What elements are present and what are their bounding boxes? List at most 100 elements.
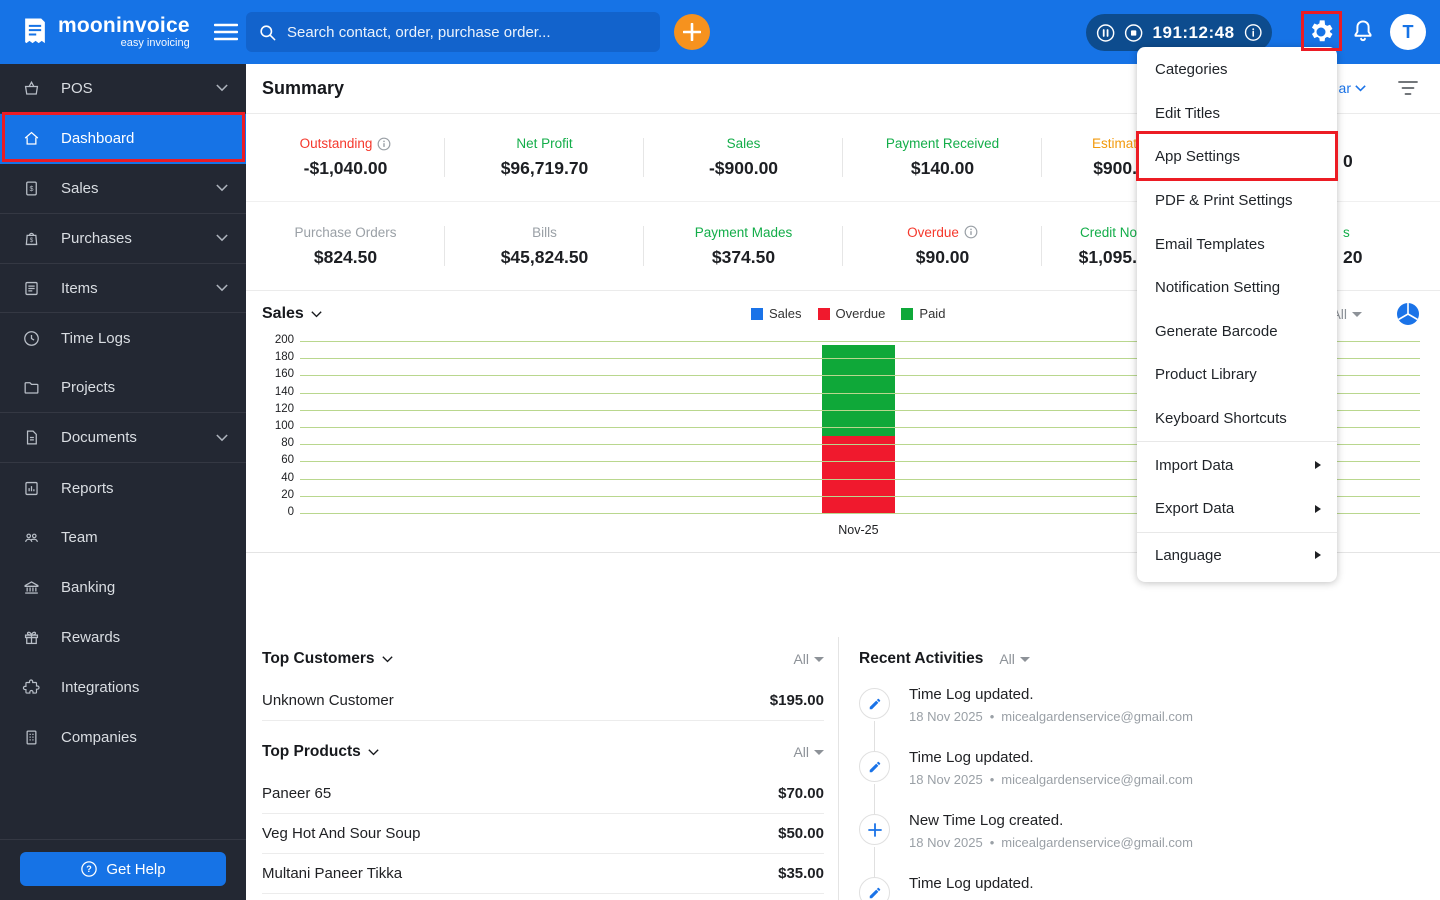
top-products-filter-dropdown[interactable]: All — [793, 744, 824, 760]
activity-title: New Time Log created. — [909, 812, 1064, 829]
card-value: $90.00 — [915, 246, 970, 267]
period-label-fragment: ar — [1338, 80, 1351, 96]
sidebar-item-projects[interactable]: Projects — [0, 363, 246, 414]
summary-card-payment-received: Payment Received $140.00 — [843, 114, 1042, 201]
filter-icon[interactable] — [1398, 80, 1418, 96]
sidebar-item-rewards[interactable]: Rewards — [0, 613, 246, 663]
pie-chart-toggle-icon[interactable] — [1396, 302, 1420, 326]
legend-item-overdue: Overdue — [817, 306, 885, 321]
settings-gear-icon[interactable] — [1306, 17, 1336, 47]
sidebar-item-purchases[interactable]: $ Purchases — [0, 214, 246, 264]
summary-card-payment-mades: Payment Mades $374.50 — [644, 202, 843, 290]
menu-item-keyboard-shortcuts[interactable]: Keyboard Shortcuts — [1137, 397, 1337, 441]
menu-item-email-templates[interactable]: Email Templates — [1137, 222, 1337, 266]
menu-item-generate-barcode[interactable]: Generate Barcode — [1137, 310, 1337, 354]
sidebar-item-dashboard[interactable]: Dashboard — [0, 113, 246, 164]
bar-chart-icon — [25, 481, 38, 495]
legend-item-sales: Sales — [751, 306, 802, 321]
sidebar-item-time-logs[interactable]: Time Logs — [0, 313, 246, 363]
product-row[interactable]: Multani Paneer Tikka $35.00 — [262, 854, 824, 894]
sidebar-item-reports[interactable]: Reports — [0, 463, 246, 513]
user-avatar[interactable]: T — [1390, 14, 1426, 50]
top-customers-title-dropdown[interactable]: Top Customers — [262, 650, 393, 668]
menu-item-app-settings[interactable]: App Settings — [1137, 135, 1337, 179]
sidebar-item-label: Purchases — [61, 229, 132, 247]
brand-logo[interactable]: mooninvoice easy invoicing — [20, 15, 190, 49]
summary-card-net-profit: Net Profit $96,719.70 — [445, 114, 644, 201]
card-value: $1,095. — [1078, 246, 1137, 267]
global-search[interactable] — [246, 12, 660, 52]
search-icon — [260, 24, 276, 40]
activity-meta: 18 Nov 2025•micealgardenservice@gmail.co… — [909, 772, 1193, 787]
top-customers-filter-dropdown[interactable]: All — [793, 651, 824, 667]
sidebar-item-banking[interactable]: Banking — [0, 563, 246, 613]
menu-item-notification-setting[interactable]: Notification Setting — [1137, 266, 1337, 310]
timer-info-icon[interactable] — [1244, 21, 1262, 44]
menu-item-import-data[interactable]: Import Data — [1137, 443, 1337, 487]
submenu-arrow-icon — [1315, 504, 1321, 513]
get-help-button[interactable]: ? Get Help — [20, 852, 226, 886]
sidebar-item-items[interactable]: Items — [0, 264, 246, 314]
activity-item: Time Log updated. 18 Nov 2025•micealgard… — [859, 748, 1430, 815]
info-icon[interactable] — [377, 137, 391, 151]
activity-meta: 18 Nov 2025•micealgardenservice@gmail.co… — [909, 709, 1193, 724]
sidebar-footer: ? Get Help — [0, 839, 246, 900]
menu-item-categories[interactable]: Categories — [1137, 48, 1337, 92]
hamburger-menu-icon[interactable] — [213, 23, 238, 41]
add-new-button[interactable] — [674, 14, 710, 50]
chart-title-dropdown[interactable]: Sales — [262, 305, 322, 323]
y-tick-label: 60 — [258, 454, 294, 467]
sidebar-item-companies[interactable]: Companies — [0, 713, 246, 763]
chevron-down-icon — [216, 284, 228, 292]
info-icon[interactable] — [964, 225, 978, 239]
menu-item-export-data[interactable]: Export Data — [1137, 487, 1337, 531]
card-label: s — [1343, 224, 1350, 240]
search-input[interactable] — [287, 23, 648, 41]
chevron-down-icon — [216, 84, 228, 92]
product-row[interactable]: Paneer 65 $70.00 — [262, 774, 824, 814]
card-label: Overdue — [907, 225, 978, 240]
pause-timer-icon[interactable] — [1096, 21, 1115, 45]
stop-timer-icon[interactable] — [1124, 21, 1143, 45]
card-label: Sales — [726, 136, 761, 151]
activity-title: Time Log updated. — [909, 875, 1034, 892]
bar-overdue — [821, 435, 895, 513]
card-value: $96,719.70 — [500, 158, 589, 178]
sidebar-item-label: Banking — [61, 579, 116, 597]
sidebar-item-sales[interactable]: $ Sales — [0, 164, 246, 214]
notifications-bell-icon[interactable] — [1350, 18, 1376, 46]
legend-swatch — [817, 307, 830, 320]
sidebar-item-integrations[interactable]: Integrations — [0, 663, 246, 713]
product-row[interactable]: Green Garden Salad$20.00 — [262, 894, 824, 900]
menu-item-language[interactable]: Language — [1137, 534, 1337, 578]
top-products-header: Top Products All — [262, 730, 824, 774]
card-value: $824.50 — [313, 246, 378, 267]
meta-separator: • — [989, 772, 995, 787]
puzzle-icon — [22, 679, 40, 694]
get-help-label: Get Help — [106, 860, 166, 878]
legend-swatch — [751, 307, 763, 320]
sidebar-item-pos[interactable]: POS — [0, 64, 246, 114]
sidebar-item-documents[interactable]: Documents — [0, 413, 246, 464]
y-tick-label: 160 — [258, 368, 294, 381]
sidebar-item-team[interactable]: Team — [0, 513, 246, 563]
stacked-bar-nov-25[interactable] — [821, 345, 895, 513]
timer-widget: 191:12:48 — [1086, 14, 1272, 51]
menu-item-product-library[interactable]: Product Library — [1137, 353, 1337, 397]
items-list-icon — [25, 281, 38, 295]
menu-item-edit-titles[interactable]: Edit Titles — [1137, 92, 1337, 136]
legend-item-paid: Paid — [901, 306, 945, 321]
y-tick-label: 20 — [258, 488, 294, 501]
sales-invoice-icon: $ — [26, 181, 37, 196]
menu-item-pdf-print-settings[interactable]: PDF & Print Settings — [1137, 179, 1337, 223]
clock-icon — [24, 331, 39, 346]
activities-filter-dropdown[interactable]: All — [999, 651, 1030, 667]
card-value: -$900.00 — [708, 158, 779, 178]
customer-row[interactable]: Unknown Customer $195.00 — [262, 681, 824, 721]
chevron-down-icon — [216, 184, 228, 192]
y-tick-label: 120 — [258, 402, 294, 415]
period-dropdown[interactable]: ar — [1339, 80, 1366, 96]
product-row[interactable]: Veg Hot And Sour Soup $50.00 — [262, 814, 824, 854]
top-products-title-dropdown[interactable]: Top Products — [262, 743, 379, 761]
product-amount: $50.00 — [778, 825, 824, 842]
